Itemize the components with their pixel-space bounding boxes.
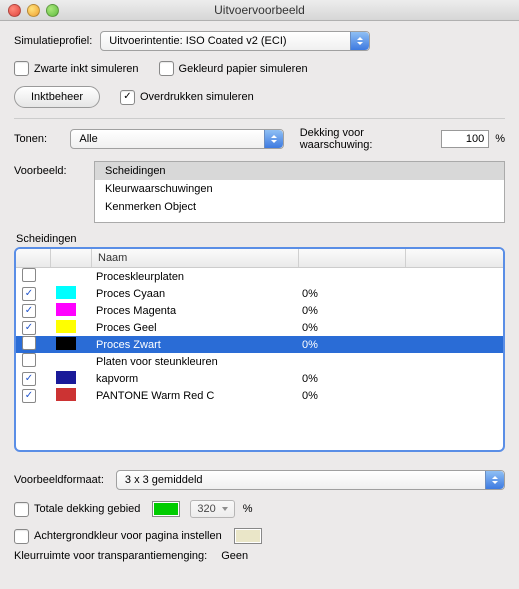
simulate-overprint-label: Overdrukken simuleren <box>140 91 254 103</box>
row-name: Proceskleurplaten <box>90 271 296 283</box>
show-value: Alle <box>79 133 263 145</box>
chevron-updown-icon <box>350 32 369 50</box>
col-checkbox[interactable] <box>16 249 51 267</box>
table-header: Naam <box>16 249 503 268</box>
color-swatch <box>56 388 76 401</box>
color-swatch <box>56 303 76 316</box>
preview-list-label: Voorbeeld: <box>14 161 86 177</box>
table-row[interactable]: Proces Cyaan0% <box>16 285 503 302</box>
coverage-warn-label: Dekking voor waarschuwing: <box>300 127 436 151</box>
transparency-space-label: Kleurruimte voor transparantiemenging: <box>14 550 207 562</box>
simulate-paper-label: Gekleurd papier simuleren <box>179 63 308 75</box>
row-percent: 0% <box>296 373 402 385</box>
checkbox-icon <box>14 502 29 517</box>
table-row[interactable]: Platen voor steunkleuren <box>16 353 503 370</box>
row-name: Proces Magenta <box>90 305 296 317</box>
row-percent: 0% <box>296 322 402 334</box>
simulation-profile-dropdown[interactable]: Uitvoerintentie: ISO Coated v2 (ECI) <box>100 31 370 51</box>
simulate-paper-checkbox[interactable]: Gekleurd papier simuleren <box>159 61 308 76</box>
row-name: Proces Zwart <box>90 339 296 351</box>
table-row[interactable]: Proces Zwart0% <box>16 336 503 353</box>
ink-manager-button[interactable]: Inktbeheer <box>14 86 100 108</box>
color-swatch <box>56 320 76 333</box>
show-dropdown[interactable]: Alle <box>70 129 283 149</box>
transparency-space-value: Geen <box>221 550 248 562</box>
chevron-down-icon <box>222 507 228 511</box>
row-name: Proces Geel <box>90 322 296 334</box>
preview-format-dropdown[interactable]: 3 x 3 gemiddeld <box>116 470 505 490</box>
row-percent: 0% <box>296 390 402 402</box>
window-titlebar: Uitvoervoorbeeld <box>0 0 519 21</box>
row-checkbox[interactable] <box>22 389 36 403</box>
table-row[interactable]: Proces Magenta0% <box>16 302 503 319</box>
separations-group-label: Scheidingen <box>16 233 505 245</box>
row-name: Platen voor steunkleuren <box>90 356 296 368</box>
row-name: PANTONE Warm Red C <box>90 390 296 402</box>
preview-list-item[interactable]: Scheidingen <box>95 162 504 180</box>
total-area-unit: % <box>243 503 253 515</box>
checkbox-icon <box>120 90 135 105</box>
coverage-warn-unit: % <box>495 133 505 145</box>
total-area-color-well[interactable] <box>152 501 180 517</box>
table-row[interactable]: PANTONE Warm Red C0% <box>16 387 503 404</box>
color-swatch <box>56 286 76 299</box>
row-checkbox[interactable] <box>22 353 36 367</box>
row-checkbox[interactable] <box>22 336 36 350</box>
row-percent: 0% <box>296 288 402 300</box>
total-area-label: Totale dekking gebied <box>34 503 140 515</box>
simulation-profile-label: Simulatieprofiel: <box>14 35 92 47</box>
total-area-value: 320 <box>197 503 215 515</box>
simulate-overprint-checkbox[interactable]: Overdrukken simuleren <box>120 90 254 105</box>
col-name[interactable]: Naam <box>92 249 299 267</box>
preview-listbox[interactable]: ScheidingenKleurwaarschuwingenKenmerken … <box>94 161 505 223</box>
window-title: Uitvoervoorbeeld <box>0 3 519 17</box>
row-checkbox[interactable] <box>22 304 36 318</box>
table-row[interactable]: Proceskleurplaten <box>16 268 503 285</box>
total-area-checkbox[interactable]: Totale dekking gebied <box>14 502 140 517</box>
show-label: Tonen: <box>14 133 62 145</box>
preview-list-item[interactable]: Kenmerken Object <box>95 198 504 216</box>
chevron-updown-icon <box>485 471 504 489</box>
color-swatch <box>56 371 76 384</box>
col-swatch <box>51 249 92 267</box>
col-percent <box>299 249 406 267</box>
row-checkbox[interactable] <box>22 372 36 386</box>
checkbox-icon <box>14 529 29 544</box>
checkbox-icon <box>14 61 29 76</box>
chevron-updown-icon <box>264 130 283 148</box>
page-bg-checkbox[interactable]: Achtergrondkleur voor pagina instellen <box>14 529 222 544</box>
ink-manager-label: Inktbeheer <box>31 91 83 103</box>
row-name: kapvorm <box>90 373 296 385</box>
row-checkbox[interactable] <box>22 321 36 335</box>
row-checkbox[interactable] <box>22 268 36 282</box>
simulate-black-ink-checkbox[interactable]: Zwarte inkt simuleren <box>14 61 139 76</box>
preview-format-label: Voorbeeldformaat: <box>14 474 104 486</box>
checkbox-icon <box>159 61 174 76</box>
preview-list-item[interactable]: Kleurwaarschuwingen <box>95 180 504 198</box>
simulation-profile-value: Uitvoerintentie: ISO Coated v2 (ECI) <box>109 35 350 47</box>
row-checkbox[interactable] <box>22 287 36 301</box>
row-percent: 0% <box>296 339 402 351</box>
table-row[interactable]: kapvorm0% <box>16 370 503 387</box>
table-row[interactable]: Proces Geel0% <box>16 319 503 336</box>
row-percent: 0% <box>296 305 402 317</box>
simulate-black-ink-label: Zwarte inkt simuleren <box>34 63 139 75</box>
color-swatch <box>56 337 76 350</box>
coverage-warn-input[interactable] <box>441 130 489 148</box>
preview-format-value: 3 x 3 gemiddeld <box>125 474 485 486</box>
row-name: Proces Cyaan <box>90 288 296 300</box>
total-area-value-stepper[interactable]: 320 <box>190 500 234 518</box>
page-bg-color-well[interactable] <box>234 528 262 544</box>
separations-table: Naam ProceskleurplatenProces Cyaan0%Proc… <box>14 247 505 452</box>
page-bg-label: Achtergrondkleur voor pagina instellen <box>34 530 222 542</box>
